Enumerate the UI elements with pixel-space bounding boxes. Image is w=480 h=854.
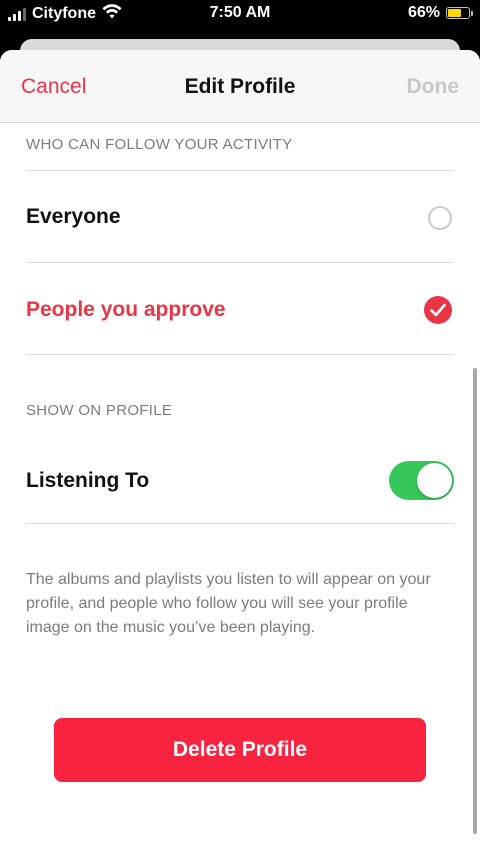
battery-percent: 66% [407,4,440,21]
divider [26,354,454,355]
listening-to-toggle[interactable] [389,461,454,500]
navigation-bar: Cancel Edit Profile Done [0,50,480,123]
done-button[interactable]: Done [407,75,460,99]
status-bar: Cityfone 7:50 AM 66% [0,0,480,28]
divider [26,262,454,263]
battery-icon [446,7,473,19]
follow-section-header: WHO CAN FOLLOW YOUR ACTIVITY [26,136,293,153]
divider [26,170,454,171]
battery-fill [448,9,462,17]
radio-checked-icon[interactable] [424,296,452,324]
battery-cap [471,11,473,16]
divider [26,523,454,524]
delete-profile-button[interactable]: Delete Profile [54,718,426,782]
option-everyone-label[interactable]: Everyone [26,205,121,229]
listening-to-description: The albums and playlists you listen to w… [26,571,431,636]
toggle-knob [417,463,452,498]
option-people-you-approve-label[interactable]: People you approve [26,298,226,322]
screen: Cityfone 7:50 AM 66% Cancel Edit Profile [0,0,480,854]
radio-unchecked-icon[interactable] [428,206,452,230]
scrollbar[interactable] [473,368,477,834]
status-right: 66% [407,4,473,22]
listening-to-label: Listening To [26,469,150,492]
edit-profile-sheet: Cancel Edit Profile Done WHO CAN FOLLOW … [0,50,480,854]
show-on-profile-header: SHOW ON PROFILE [26,402,173,419]
